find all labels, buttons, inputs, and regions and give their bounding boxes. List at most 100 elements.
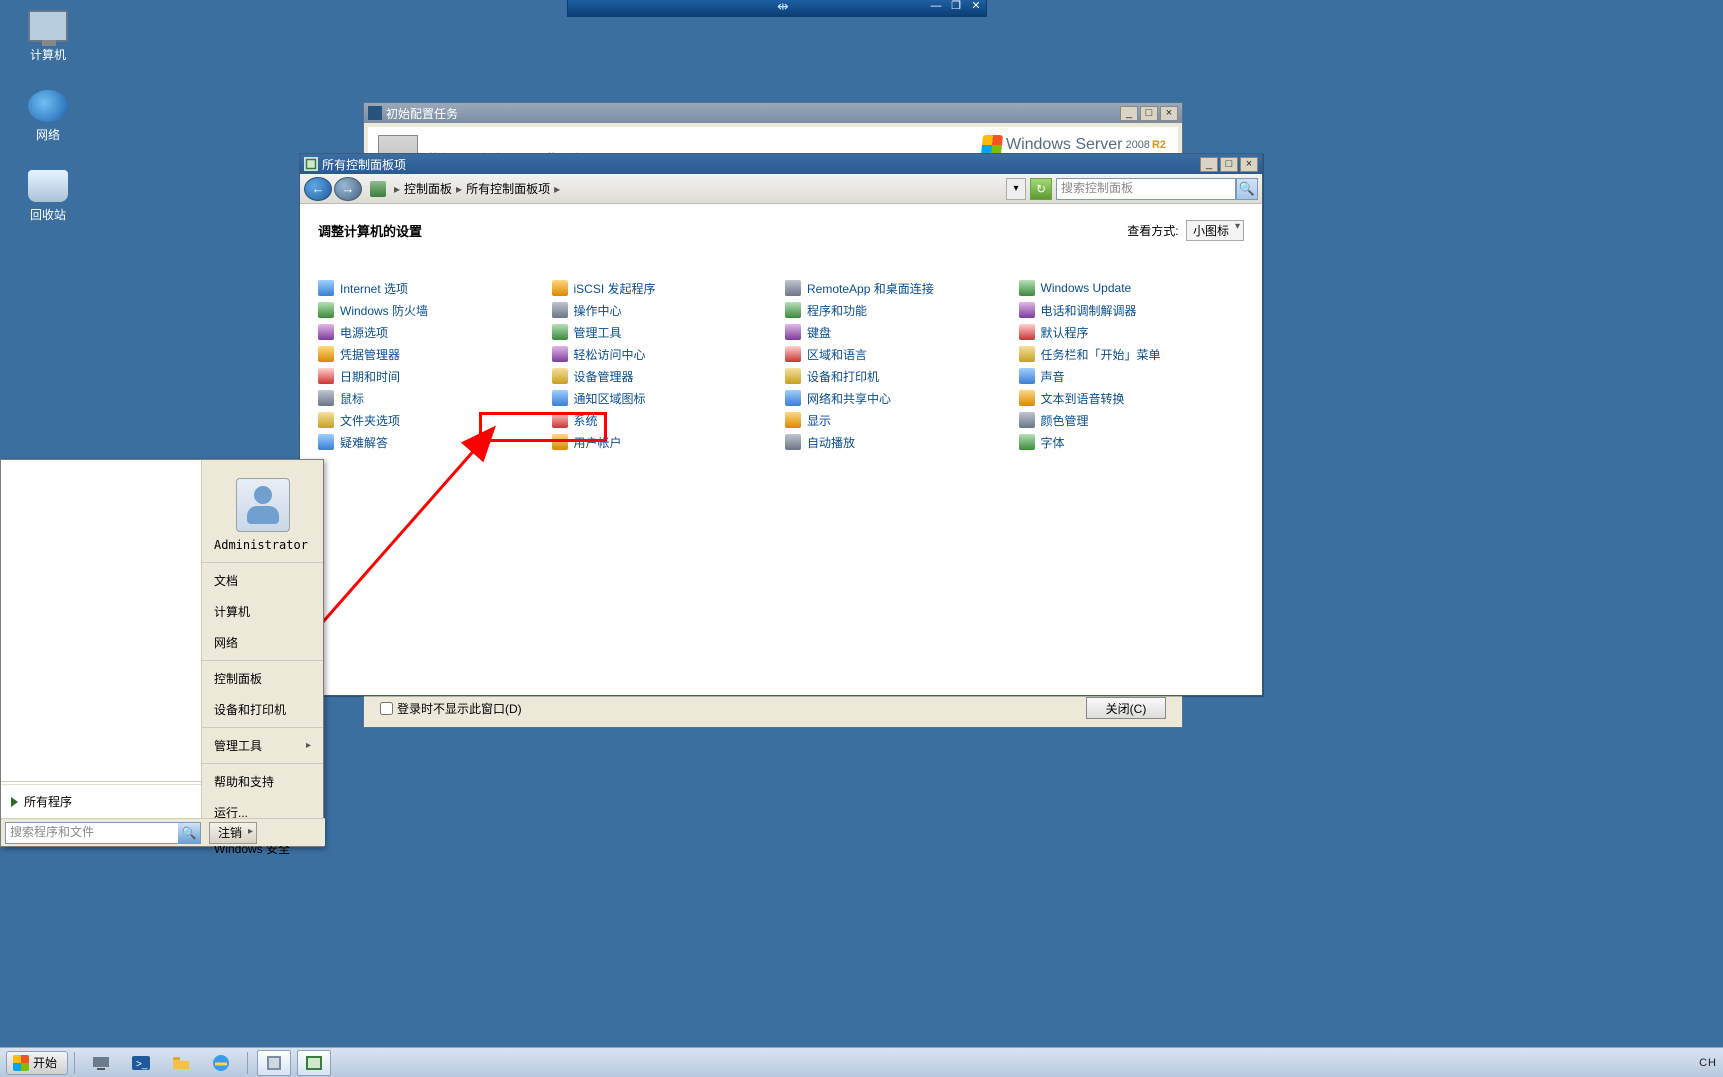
cp-item-system[interactable]: 系统 bbox=[552, 409, 778, 431]
logoff-button[interactable]: 注销 bbox=[209, 822, 257, 844]
all-programs[interactable]: 所有程序 bbox=[1, 784, 201, 818]
start-item-2[interactable]: 网络 bbox=[202, 627, 323, 658]
cp-item-remoteapp[interactable]: RemoteApp 和桌面连接 bbox=[785, 277, 1011, 299]
titlebar-control-panel[interactable]: 所有控制面板项 _ □ × bbox=[300, 154, 1262, 174]
titlebar-initial-config[interactable]: 初始配置任务 _ □ × bbox=[364, 103, 1182, 123]
close-window-button[interactable]: 关闭(C) bbox=[1086, 697, 1166, 719]
cp-item-default-programs[interactable]: 默认程序 bbox=[1019, 321, 1245, 343]
cp-item-region-language[interactable]: 区域和语言 bbox=[785, 343, 1011, 365]
cp-item-label: 键盘 bbox=[807, 324, 831, 341]
taskbar-initial-config[interactable] bbox=[257, 1050, 291, 1076]
page-heading: 调整计算机的设置 bbox=[318, 221, 422, 240]
start-button[interactable]: 开始 bbox=[6, 1051, 68, 1075]
cp-item-power-options[interactable]: 电源选项 bbox=[318, 321, 544, 343]
cp-item-keyboard[interactable]: 键盘 bbox=[785, 321, 1011, 343]
cp-item-taskbar-startmenu[interactable]: 任务栏和「开始」菜单 bbox=[1019, 343, 1245, 365]
cp-item-admin-tools[interactable]: 管理工具 bbox=[552, 321, 778, 343]
start-item-1[interactable]: 计算机 bbox=[202, 596, 323, 627]
cp-item-credential-manager[interactable]: 凭据管理器 bbox=[318, 343, 544, 365]
cp-item-notification-icons[interactable]: 通知区域图标 bbox=[552, 387, 778, 409]
cp-item-display[interactable]: 显示 bbox=[785, 409, 1011, 431]
taskbar-control-panel[interactable] bbox=[297, 1050, 331, 1076]
taskbar-startmenu-icon bbox=[1019, 346, 1035, 362]
cp-item-folder-options[interactable]: 文件夹选项 bbox=[318, 409, 544, 431]
minimize-button[interactable]: _ bbox=[1120, 106, 1138, 121]
cp-item-color-management[interactable]: 颜色管理 bbox=[1019, 409, 1245, 431]
cp-item-date-time[interactable]: 日期和时间 bbox=[318, 365, 544, 387]
address-dropdown[interactable]: ▾ bbox=[1006, 178, 1026, 200]
taskbar-ie[interactable] bbox=[204, 1050, 238, 1076]
cp-item-troubleshooting[interactable]: 疑难解答 bbox=[318, 431, 544, 453]
cp-item-label: 电话和调制解调器 bbox=[1041, 302, 1137, 319]
ime-indicator[interactable]: CH bbox=[1699, 1057, 1717, 1069]
cp-item-mouse[interactable]: 鼠标 bbox=[318, 387, 544, 409]
maximize-button[interactable]: □ bbox=[1140, 106, 1158, 121]
nav-back-button[interactable]: ← bbox=[304, 177, 332, 201]
view-mode-dropdown[interactable]: 小图标 bbox=[1186, 220, 1244, 241]
desktop-icon-network[interactable]: 网络 bbox=[8, 90, 88, 143]
cp-item-label: 程序和功能 bbox=[807, 302, 867, 319]
cp-item-internet-options[interactable]: Internet 选项 bbox=[318, 277, 544, 299]
taskbar-server-manager[interactable] bbox=[84, 1050, 118, 1076]
cp-item-label: 设备和打印机 bbox=[807, 368, 879, 385]
cp-item-action-center[interactable]: 操作中心 bbox=[552, 299, 778, 321]
breadcrumb-item[interactable]: 所有控制面板项 bbox=[466, 180, 550, 197]
cp-item-autoplay[interactable]: 自动播放 bbox=[785, 431, 1011, 453]
breadcrumb-item[interactable]: 控制面板 bbox=[404, 180, 452, 197]
breadcrumb[interactable]: ▸ 控制面板 ▸ 所有控制面板项 ▸ bbox=[370, 180, 564, 197]
cp-item-programs-features[interactable]: 程序和功能 bbox=[785, 299, 1011, 321]
user-avatar[interactable] bbox=[236, 478, 290, 532]
cp-item-label: Windows Update bbox=[1041, 281, 1132, 295]
start-menu: 所有程序 Administrator 文档计算机网络控制面板设备和打印机管理工具… bbox=[0, 459, 324, 847]
start-search-input[interactable]: 搜索程序和文件 🔍 bbox=[5, 822, 201, 844]
nav-forward-button[interactable]: → bbox=[334, 177, 362, 201]
start-item-label: 设备和打印机 bbox=[214, 701, 286, 718]
window-title: 所有控制面板项 bbox=[322, 156, 406, 173]
toolbar-minimize-button[interactable]: — bbox=[926, 0, 946, 15]
desktop-icon-recycle-bin[interactable]: 回收站 bbox=[8, 170, 88, 223]
iscsi-icon bbox=[552, 280, 568, 296]
system-icon bbox=[552, 412, 568, 428]
cp-item-label: 系统 bbox=[574, 412, 598, 429]
dont-show-checkbox[interactable]: 登录时不显示此窗口(D) bbox=[380, 700, 522, 717]
search-button[interactable]: 🔍 bbox=[1236, 178, 1258, 200]
cp-item-sound[interactable]: 声音 bbox=[1019, 365, 1245, 387]
cp-item-label: 显示 bbox=[807, 412, 831, 429]
cp-item-phone-modem[interactable]: 电话和调制解调器 bbox=[1019, 299, 1245, 321]
cp-item-network-sharing[interactable]: 网络和共享中心 bbox=[785, 387, 1011, 409]
desktop-icon-computer[interactable]: 计算机 bbox=[8, 10, 88, 63]
refresh-button[interactable]: ↻ bbox=[1030, 178, 1052, 200]
toolbar-close-button[interactable]: ✕ bbox=[966, 0, 986, 15]
start-item-6[interactable]: 帮助和支持 bbox=[202, 766, 323, 797]
dont-show-checkbox-input[interactable] bbox=[380, 702, 393, 715]
cp-item-fonts[interactable]: 字体 bbox=[1019, 431, 1245, 453]
toolbar-restore-button[interactable]: ❐ bbox=[946, 0, 966, 15]
window-title: 初始配置任务 bbox=[386, 105, 458, 122]
cp-item-windows-update[interactable]: Windows Update bbox=[1019, 277, 1245, 299]
start-item-4[interactable]: 设备和打印机 bbox=[202, 694, 323, 725]
pin-icon[interactable]: ⇹ bbox=[777, 2, 791, 13]
cp-item-ease-of-access[interactable]: 轻松访问中心 bbox=[552, 343, 778, 365]
programs-features-icon bbox=[785, 302, 801, 318]
computer-icon bbox=[28, 10, 68, 42]
close-button[interactable]: × bbox=[1240, 157, 1258, 172]
close-button[interactable]: × bbox=[1160, 106, 1178, 121]
cp-item-iscsi[interactable]: iSCSI 发起程序 bbox=[552, 277, 778, 299]
search-input[interactable]: 搜索控制面板 bbox=[1056, 178, 1236, 200]
cp-item-devices-printers[interactable]: 设备和打印机 bbox=[785, 365, 1011, 387]
start-item-3[interactable]: 控制面板 bbox=[202, 663, 323, 694]
taskbar-powershell[interactable]: >_ bbox=[124, 1050, 158, 1076]
cp-item-windows-firewall[interactable]: Windows 防火墙 bbox=[318, 299, 544, 321]
windows-flag-icon bbox=[13, 1055, 29, 1071]
start-item-0[interactable]: 文档 bbox=[202, 565, 323, 596]
taskbar-explorer[interactable] bbox=[164, 1050, 198, 1076]
windows-firewall-icon bbox=[318, 302, 334, 318]
search-icon[interactable]: 🔍 bbox=[178, 823, 200, 843]
start-item-5[interactable]: 管理工具▸ bbox=[202, 730, 323, 761]
action-center-icon bbox=[552, 302, 568, 318]
cp-item-text-to-speech[interactable]: 文本到语音转换 bbox=[1019, 387, 1245, 409]
cp-item-device-manager[interactable]: 设备管理器 bbox=[552, 365, 778, 387]
minimize-button[interactable]: _ bbox=[1200, 157, 1218, 172]
cp-item-user-accounts[interactable]: 用户帐户 bbox=[552, 431, 778, 453]
maximize-button[interactable]: □ bbox=[1220, 157, 1238, 172]
